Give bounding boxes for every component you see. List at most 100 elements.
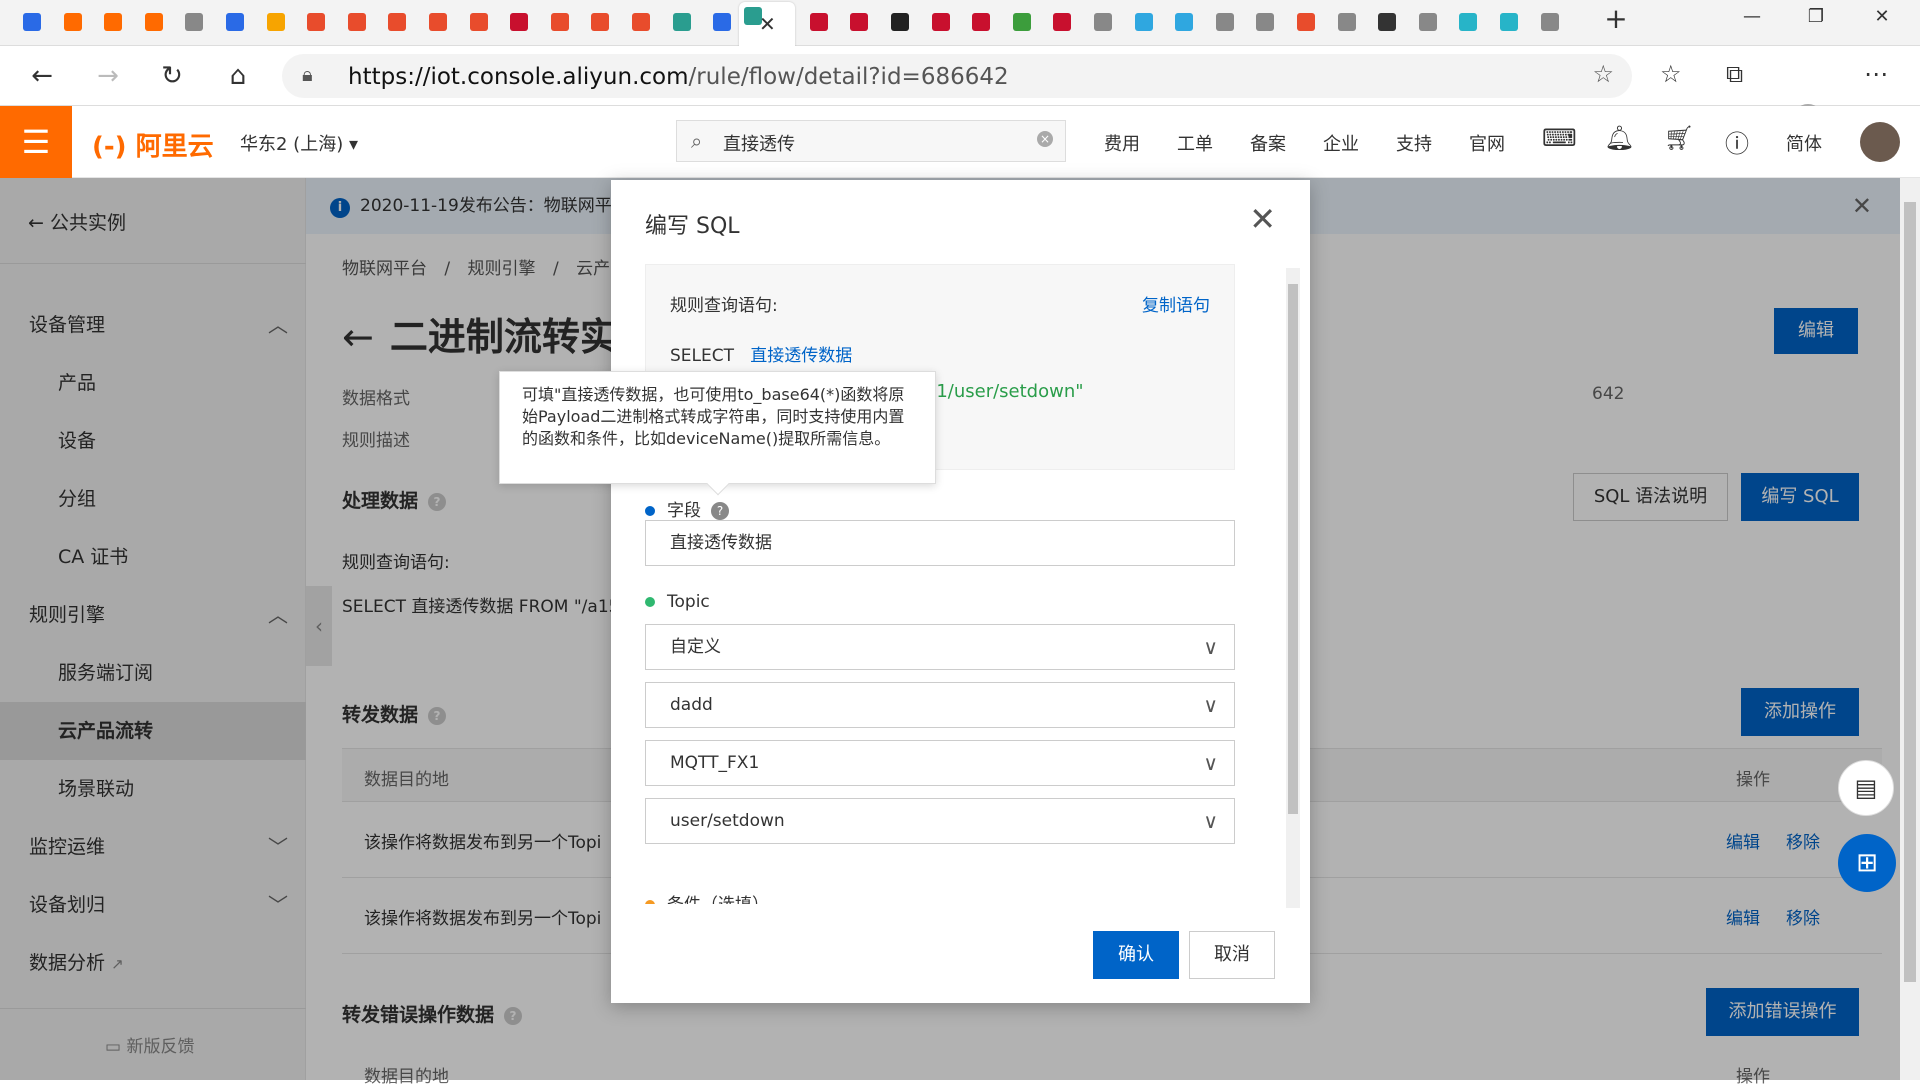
reload-button[interactable]: ↻ [154, 60, 190, 92]
url-field[interactable]: 🔒︎ https://iot.console.aliyun.com/rule/f… [282, 54, 1632, 98]
device-select[interactable]: MQTT_FX1 ∨ [645, 740, 1235, 786]
tab-favicon-icon [145, 13, 163, 31]
dialog-scrollbar[interactable] [1286, 268, 1300, 908]
page-scrollbar[interactable] [1900, 178, 1920, 1080]
browser-tab[interactable] [1333, 8, 1361, 36]
back-button[interactable]: ← [24, 60, 60, 92]
new-tab-button[interactable]: + [1596, 2, 1636, 35]
browser-tab[interactable] [505, 8, 533, 36]
tab-favicon-icon [267, 13, 285, 31]
browser-tab[interactable] [845, 8, 873, 36]
browser-tab[interactable] [967, 8, 995, 36]
sql-field: 直接透传数据 [750, 346, 853, 366]
more-menu-icon[interactable]: ⋯ [1864, 60, 1888, 88]
topic-path-select[interactable]: user/setdown ∨ [645, 798, 1235, 844]
language-switch[interactable]: 简体 [1786, 130, 1822, 156]
cart-icon[interactable]: 🛒︎ [1664, 124, 1694, 152]
bell-icon[interactable]: 🔔︎ [1604, 124, 1634, 152]
browser-tab[interactable] [886, 8, 914, 36]
browser-tab[interactable] [546, 8, 574, 36]
sql-from-fragment: X1/user/setdown" [924, 381, 1084, 402]
search-input[interactable]: ⌕ 直接透传 × [676, 120, 1066, 162]
browser-tab[interactable] [1536, 8, 1564, 36]
product-select[interactable]: dadd ∨ [645, 682, 1235, 728]
browser-tab[interactable] [1495, 8, 1523, 36]
browser-tab[interactable] [1048, 8, 1076, 36]
apps-float-icon[interactable]: ⊞ [1838, 834, 1896, 892]
minimize-button[interactable]: — [1732, 6, 1772, 27]
tooltip-text: 可填"直接透传数据，也可使用to_base64(*)函数将原始Payload二进… [522, 385, 905, 448]
copy-statement-link[interactable]: 复制语句 [1142, 291, 1210, 316]
nav-tickets[interactable]: 工单 [1177, 130, 1213, 156]
close-icon[interactable]: ✕ [1249, 200, 1276, 238]
select-value: dadd [670, 695, 713, 715]
nav-icp[interactable]: 备案 [1250, 130, 1286, 156]
confirm-button[interactable]: 确认 [1093, 931, 1179, 979]
browser-tab[interactable] [708, 8, 736, 36]
favorite-star-icon[interactable]: ☆ [1592, 60, 1614, 88]
home-button[interactable]: ⌂ [220, 60, 256, 92]
browser-tab[interactable] [465, 8, 493, 36]
browser-tab[interactable] [1251, 8, 1279, 36]
browser-tab[interactable] [627, 8, 655, 36]
collections-icon[interactable]: ⧉ [1726, 60, 1743, 88]
active-tab[interactable]: ✕ [739, 2, 795, 46]
browser-tab[interactable] [1414, 8, 1442, 36]
tab-close-icon[interactable]: ✕ [759, 12, 776, 36]
browser-tab[interactable] [180, 8, 208, 36]
chat-float-icon[interactable]: ▤ [1838, 760, 1894, 816]
browser-tab[interactable] [1170, 8, 1198, 36]
scrollbar-thumb[interactable] [1904, 202, 1916, 982]
browser-tab[interactable] [140, 8, 168, 36]
browser-tab[interactable] [586, 8, 614, 36]
browser-tab[interactable] [221, 8, 249, 36]
nav-billing[interactable]: 费用 [1104, 130, 1140, 156]
browser-tab[interactable] [927, 8, 955, 36]
browser-tab[interactable] [99, 8, 127, 36]
browser-tab[interactable] [1292, 8, 1320, 36]
sql-select-line: SELECT 直接透传数据 [670, 341, 852, 366]
cancel-button[interactable]: 取消 [1189, 931, 1275, 979]
browser-tab[interactable] [668, 8, 696, 36]
menu-icon[interactable]: ☰ [0, 106, 72, 178]
browser-tab[interactable] [1130, 8, 1158, 36]
dialog-scrollbar-thumb[interactable] [1288, 284, 1298, 814]
tab-favicon-icon [713, 13, 731, 31]
close-window-button[interactable]: ✕ [1862, 6, 1902, 27]
nav-support[interactable]: 支持 [1396, 130, 1432, 156]
region-selector[interactable]: 华东2 (上海) ▾ [240, 130, 358, 156]
tab-favicon-icon [226, 13, 244, 31]
help-icon[interactable]: ? [711, 502, 729, 520]
nav-website[interactable]: 官网 [1469, 130, 1505, 156]
browser-tab[interactable] [1211, 8, 1239, 36]
nav-enterprise[interactable]: 企业 [1323, 130, 1359, 156]
browser-tab[interactable] [805, 8, 833, 36]
browser-tab[interactable] [18, 8, 46, 36]
browser-tab[interactable] [1373, 8, 1401, 36]
user-avatar[interactable] [1860, 122, 1900, 162]
favorites-icon[interactable]: ☆ [1660, 60, 1682, 88]
browser-tab[interactable] [262, 8, 290, 36]
browser-tab[interactable] [1089, 8, 1117, 36]
terminal-icon[interactable]: ⌨ [1542, 124, 1577, 152]
browser-tab[interactable] [302, 8, 330, 36]
tab-favicon-icon [1135, 13, 1153, 31]
browser-tab[interactable] [1008, 8, 1036, 36]
browser-tab[interactable] [1454, 8, 1482, 36]
browser-tab[interactable] [59, 8, 87, 36]
tab-favicon-icon [1500, 13, 1518, 31]
browser-tab[interactable] [343, 8, 371, 36]
help-icon[interactable]: ⓘ [1725, 124, 1749, 159]
clear-search-icon[interactable]: × [1037, 131, 1053, 147]
topic-type-select[interactable]: 自定义 ∨ [645, 624, 1235, 670]
select-value: 自定义 [670, 637, 721, 657]
tab-favicon-icon [1419, 13, 1437, 31]
forward-button[interactable]: → [90, 60, 126, 92]
tab-favicon-icon [429, 13, 447, 31]
aliyun-logo[interactable]: (-) 阿里云 [92, 126, 214, 163]
tab-favicon-icon [551, 13, 569, 31]
field-input[interactable]: 直接透传数据 [645, 520, 1235, 566]
browser-tab[interactable] [424, 8, 452, 36]
restore-button[interactable]: ❐ [1796, 6, 1836, 27]
browser-tab[interactable] [383, 8, 411, 36]
